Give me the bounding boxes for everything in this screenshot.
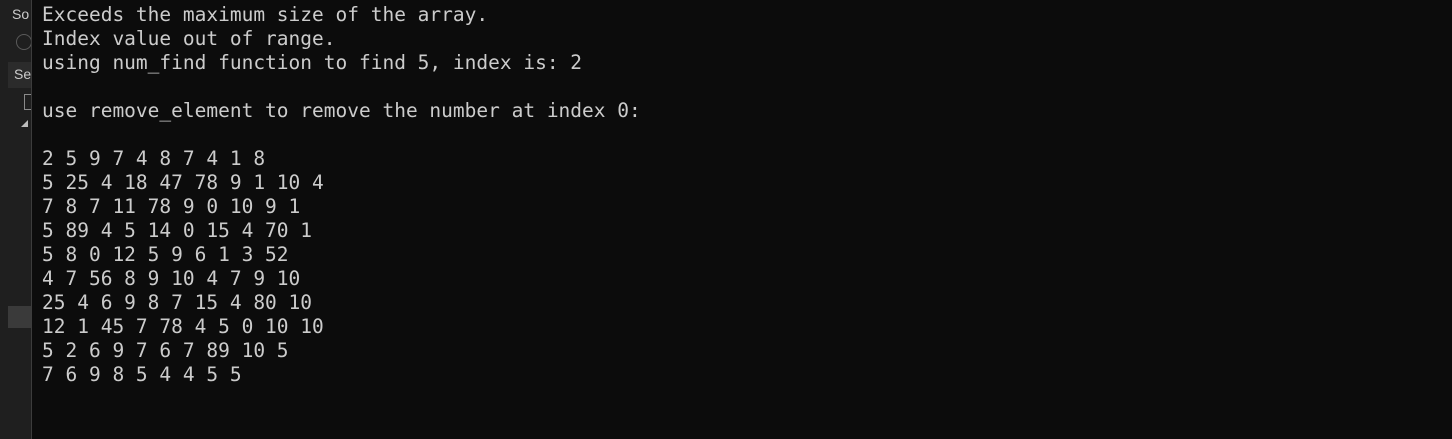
selected-tree-item[interactable] — [8, 306, 32, 328]
panel-title-fragment: So — [12, 6, 30, 22]
console-line-remove-element: use remove_element to remove the number … — [42, 99, 641, 122]
array-row: 7 6 9 8 5 4 4 5 5 — [42, 363, 242, 386]
screen: So Se Exceeds the maximum size of the ar… — [0, 0, 1452, 439]
bracket-icon — [24, 94, 31, 110]
panel-tab-fragment: Se — [14, 66, 32, 82]
console-line-max-size: Exceeds the maximum size of the array. — [42, 3, 489, 26]
array-row: 5 89 4 5 14 0 15 4 70 1 — [42, 219, 313, 242]
array-row: 2 5 9 7 4 8 7 4 1 8 — [42, 147, 266, 170]
panel-divider — [31, 0, 32, 439]
expand-triangle-icon[interactable] — [21, 120, 28, 127]
array-row: 5 25 4 18 47 78 9 1 10 4 — [42, 171, 324, 194]
console-output: Exceeds the maximum size of the array. I… — [42, 3, 641, 387]
array-row: 25 4 6 9 8 7 15 4 80 10 — [42, 291, 313, 314]
array-row: 4 7 56 8 9 10 4 7 9 10 — [42, 267, 301, 290]
array-row: 5 2 6 9 7 6 7 89 10 5 — [42, 339, 289, 362]
console-line-out-of-range: Index value out of range. — [42, 27, 336, 50]
console-window[interactable]: Exceeds the maximum size of the array. I… — [33, 0, 1452, 439]
ide-side-panel: So Se — [0, 0, 32, 439]
console-line-num-find: using num_find function to find 5, index… — [42, 51, 583, 74]
array-row: 5 8 0 12 5 9 6 1 3 52 — [42, 243, 289, 266]
array-row: 7 8 7 11 78 9 0 10 9 1 — [42, 195, 301, 218]
array-row: 12 1 45 7 78 4 5 0 10 10 — [42, 315, 324, 338]
back-navigation-icon[interactable] — [16, 34, 32, 50]
